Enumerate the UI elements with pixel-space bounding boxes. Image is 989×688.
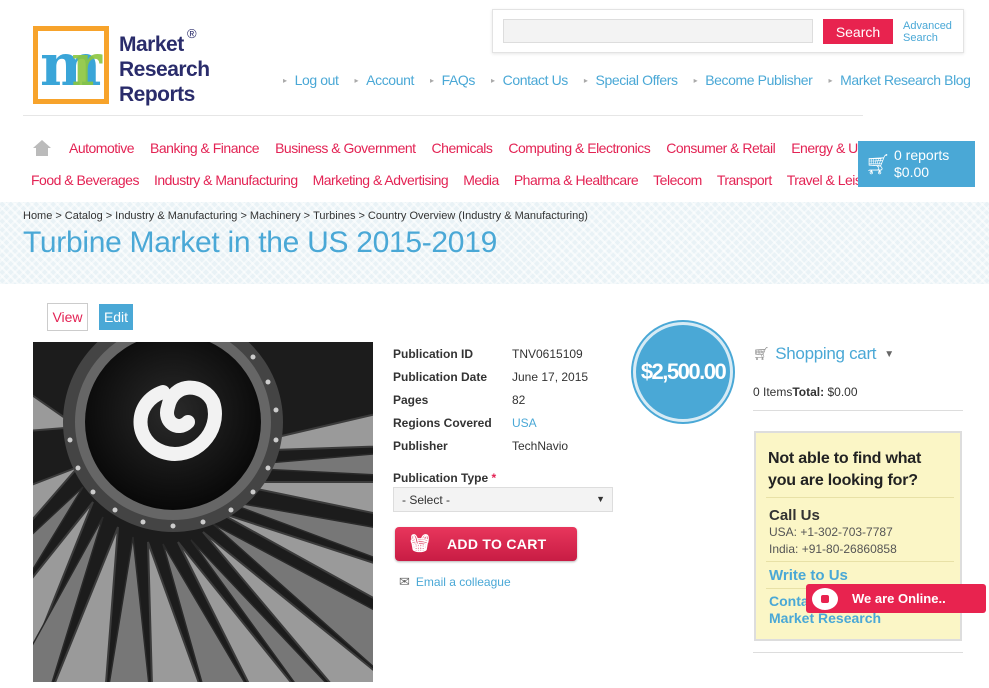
header-cart[interactable]: 🛒︎ 0 reports $0.00 [858,141,975,187]
become-publisher-link[interactable]: ▸ Become Publisher [694,72,813,88]
chat-bubble-icon [812,588,838,610]
product-image [33,342,373,682]
breadcrumb-home[interactable]: Home [23,210,52,222]
category-food-beverages[interactable]: Food & Beverages [31,172,139,188]
help-title: Not able to find what you are looking fo… [768,450,922,489]
top-links: ▸ Log out ▸ Account ▸ FAQs ▸ Contact Us ▸ Spe… [283,72,987,88]
phone-india: India: +91-80-26860858 [769,542,897,556]
category-telecom[interactable]: Telecom [653,172,702,188]
category-automotive[interactable]: Automotive [69,140,135,156]
category-computing-electronics[interactable]: Computing & Electronics [508,140,650,156]
publication-id-value: TNV0615109 [512,346,583,361]
regions-link[interactable]: USA [512,416,537,430]
product-details: Publication ID TNV0615109 Publication Dat… [393,342,588,457]
advanced-search-link[interactable]: Advanced Search [903,20,952,44]
category-business-government[interactable]: Business & Government [275,140,416,156]
regions-label: Regions Covered [393,415,492,430]
logout-link[interactable]: ▸ Log out [283,72,339,88]
pages-value: 82 [512,392,526,407]
write-to-us-link[interactable]: Write to Us [769,567,848,584]
cart-total: $0.00 [894,164,930,180]
page-title: Turbine Market in the US 2015-2019 [23,226,497,259]
call-us-heading: Call Us [769,507,820,524]
publication-date-label: Publication Date [393,369,488,384]
category-nav: Automotive Banking & Finance Business & … [23,115,889,188]
title-banner: Home > Catalog > Industry & Manufacturing > Ma… [0,202,989,284]
contact-us-link[interactable]: ▸ Contact Us [491,72,568,88]
divider [753,410,963,411]
category-transport[interactable]: Transport [717,172,772,188]
breadcrumb-catalog[interactable]: Catalog [65,210,103,222]
breadcrumb-machinery[interactable]: Machinery [250,210,301,222]
phone-usa: USA: +1-302-703-7787 [769,525,893,539]
category-marketing-advertising[interactable]: Marketing & Advertising [313,172,449,188]
divider [766,497,954,498]
tab-edit[interactable]: Edit [99,304,133,330]
breadcrumb: Home > Catalog > Industry & Manufacturing > Ma… [23,210,588,222]
envelope-icon: ✉ [399,574,410,589]
search-input[interactable] [503,19,813,43]
chevron-down-icon: ▼ [596,494,605,504]
logo-text: Market Research Reports [119,33,210,106]
publication-type-select[interactable]: - Select - ▼ [393,487,613,512]
category-industry-manufacturing[interactable]: Industry & Manufacturing [154,172,298,188]
cart-summary: 0 ItemsTotal: $0.00 [753,385,858,399]
home-icon[interactable] [33,140,51,156]
breadcrumb-country-overview[interactable]: Country Overview (Industry & Manufacturi… [368,210,588,222]
price-badge: $2,500.00 [633,322,733,422]
publisher-label: Publisher [393,438,448,453]
basket-icon: 🧺︎ [409,534,431,553]
email-colleague-link[interactable]: ✉ Email a colleague [399,574,511,590]
breadcrumb-turbines[interactable]: Turbines [313,210,355,222]
category-pharma-healthcare[interactable]: Pharma & Healthcare [514,172,639,188]
account-link[interactable]: ▸ Account [355,72,415,88]
category-media[interactable]: Media [463,172,499,188]
publication-date-value: June 17, 2015 [512,369,589,384]
special-offers-link[interactable]: ▸ Special Offers [584,72,678,88]
divider [766,561,954,562]
site-logo[interactable]: mr Market Research Reports ® [33,26,213,106]
search-box: Search Advanced Search [492,9,964,53]
cart-count: 0 reports [894,147,950,163]
add-to-cart-button[interactable]: 🧺︎ ADD TO CART [395,527,577,561]
category-consumer-retail[interactable]: Consumer & Retail [666,140,776,156]
publication-type-label: Publication Type * [393,471,497,485]
logo-mark: mr [33,26,109,104]
cart-icon: 🛒︎ [753,346,770,361]
shopping-cart-toggle[interactable]: 🛒︎ Shopping cart ▼ [753,344,894,364]
breadcrumb-industry[interactable]: Industry & Manufacturing [115,210,237,222]
pages-label: Pages [393,392,429,407]
chevron-down-icon: ▼ [884,348,894,360]
divider [753,652,963,653]
live-chat-button[interactable]: We are Online.. [806,584,986,613]
search-button[interactable]: Search [823,19,893,44]
publication-id-label: Publication ID [393,346,474,361]
faqs-link[interactable]: ▸ FAQs [430,72,475,88]
cart-icon: 🛒︎ [865,154,891,176]
blog-link[interactable]: ▸ Market Research Blog [828,72,971,88]
publisher-value: TechNavio [512,438,569,453]
category-chemicals[interactable]: Chemicals [432,140,493,156]
tab-view[interactable]: View [47,303,88,331]
registered-mark: ® [187,26,197,41]
category-banking-finance[interactable]: Banking & Finance [150,140,260,156]
